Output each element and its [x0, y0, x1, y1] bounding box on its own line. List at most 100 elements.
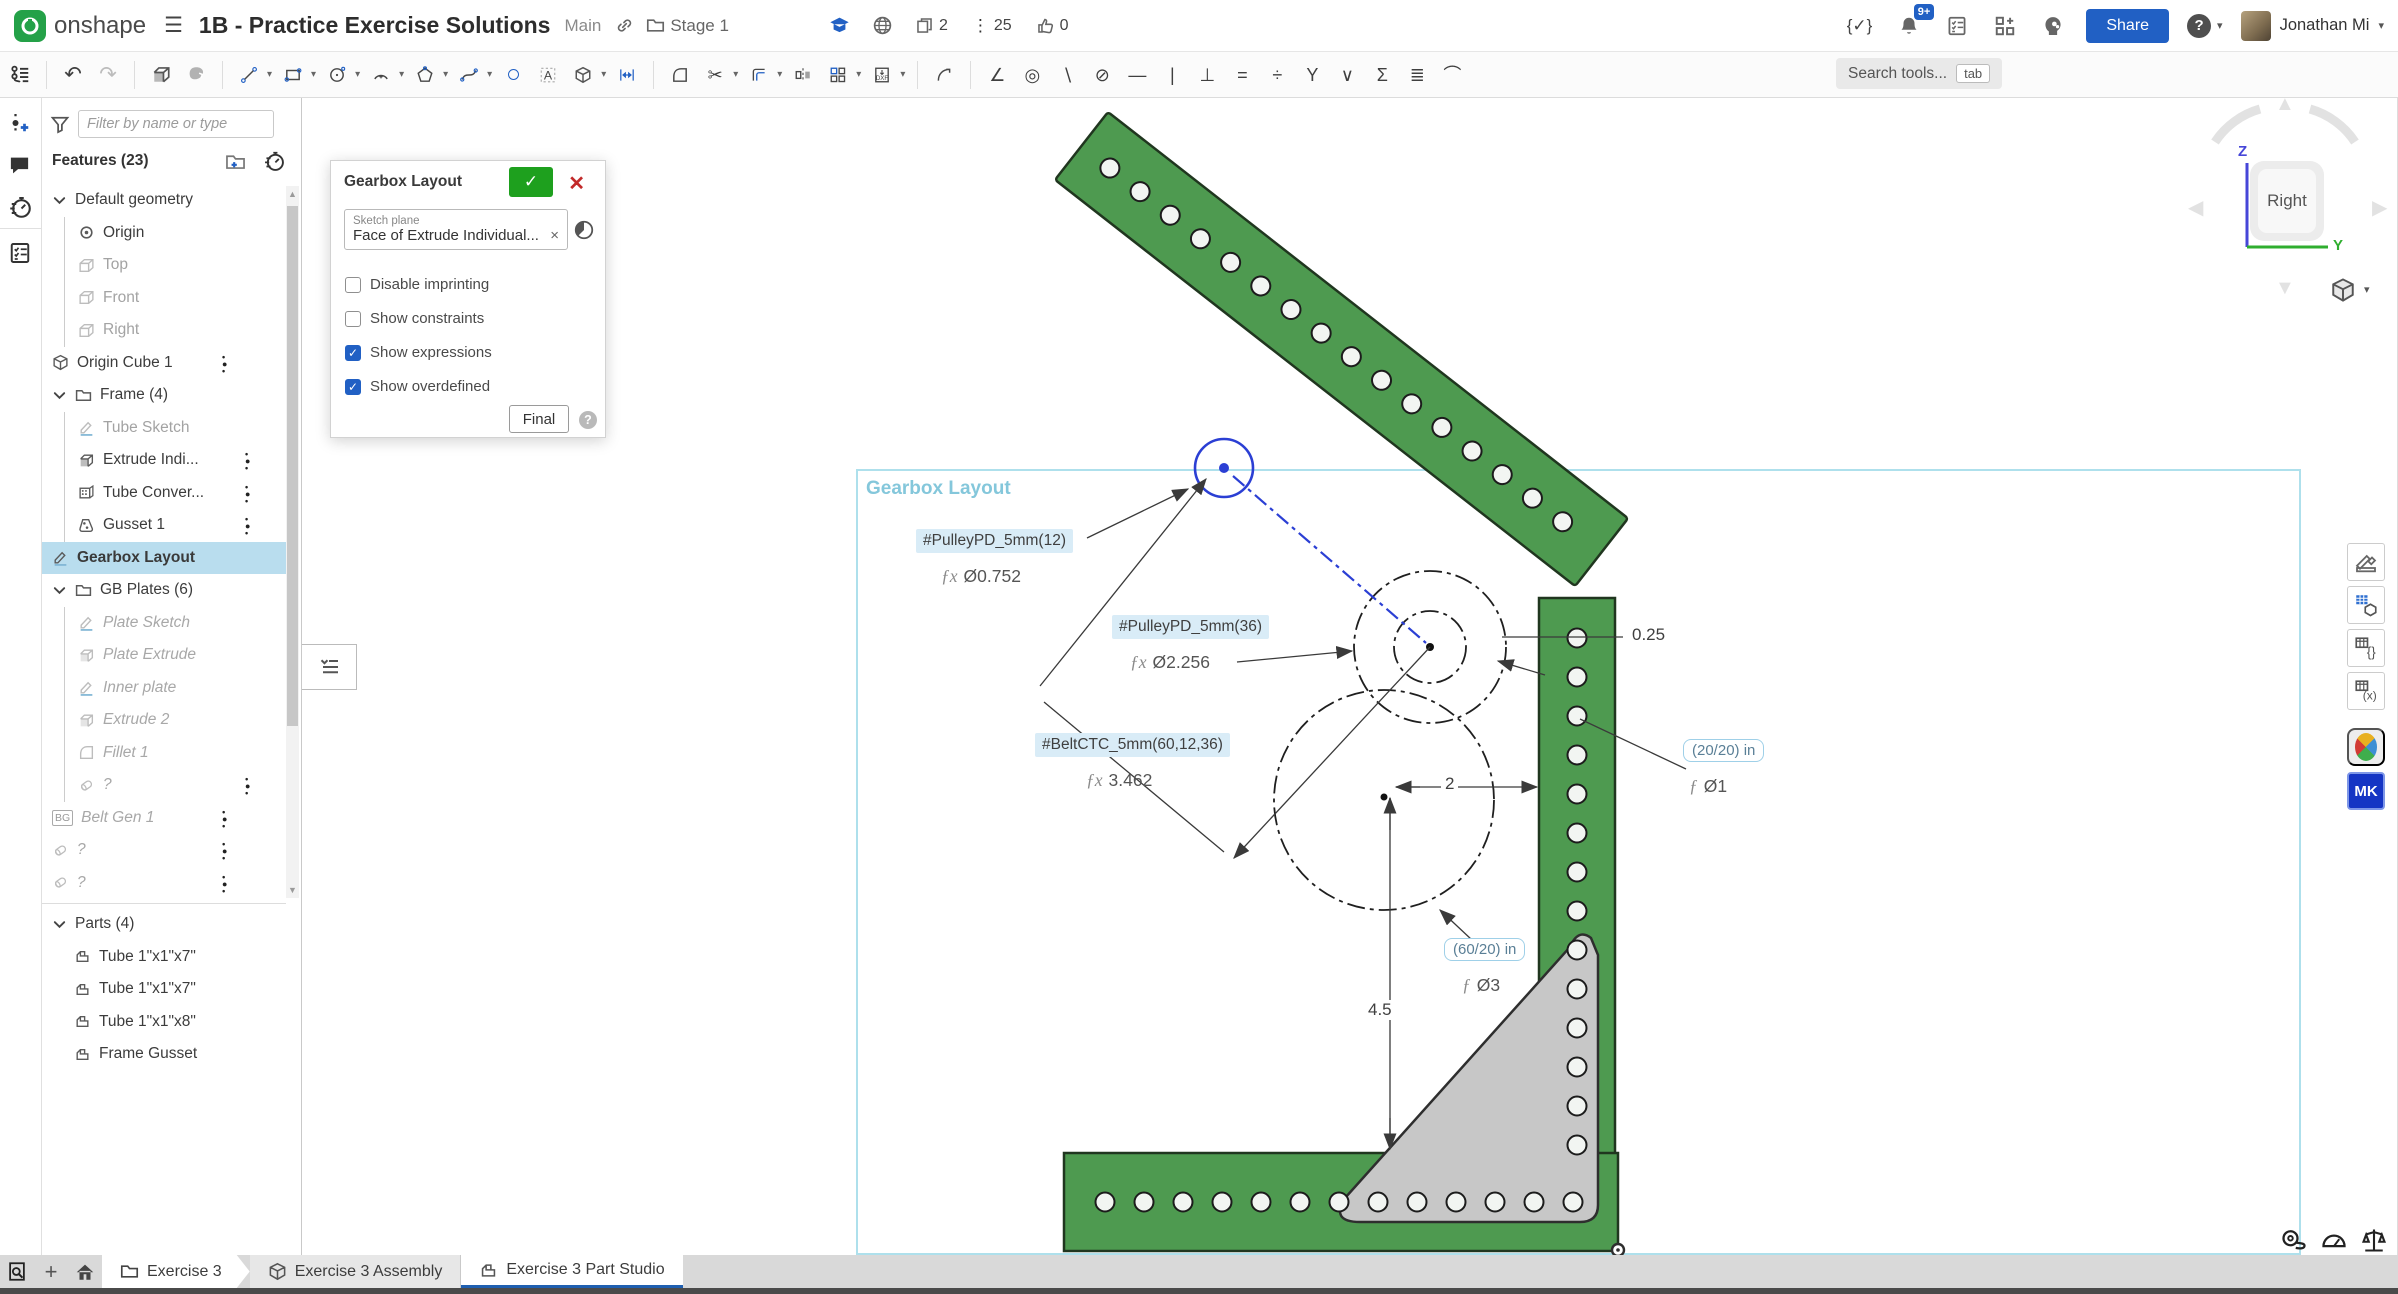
drag-handle-icon[interactable]: [245, 515, 250, 535]
workspace-name[interactable]: Main: [564, 16, 601, 36]
horizontal-constraint-icon[interactable]: —: [1123, 59, 1151, 91]
user-menu-caret-icon[interactable]: ▾: [2378, 19, 2384, 32]
symmetric-constraint-icon[interactable]: Σ: [1368, 59, 1396, 91]
rotate-cw-ccw-icons[interactable]: [2205, 97, 2365, 147]
drag-handle-icon[interactable]: [222, 873, 227, 893]
use-project-tool-icon[interactable]: [569, 59, 597, 91]
feature-item-plate-extrude[interactable]: Plate Extrude: [65, 639, 286, 672]
scroll-up-icon[interactable]: ▲: [287, 189, 298, 199]
feature-item-origin[interactable]: Origin: [65, 217, 286, 250]
checkbox-show-expressions[interactable]: ✓Show expressions: [345, 344, 492, 361]
pulley36-expression-label[interactable]: #PulleyPD_5mm(36): [1112, 615, 1269, 639]
onshape-logo-icon[interactable]: [14, 10, 46, 42]
pierce-constraint-icon[interactable]: ∨: [1333, 59, 1361, 91]
feature-item-inner-plate[interactable]: Inner plate: [65, 672, 286, 705]
learning-center-button[interactable]: [2038, 11, 2068, 41]
checkbox-show-constraints[interactable]: Show constraints: [345, 310, 484, 327]
feature-item-gusset-1[interactable]: Gusset 1: [65, 509, 286, 542]
app-mk-icon[interactable]: MK: [2347, 772, 2385, 810]
fix-constraint-icon[interactable]: ≣: [1403, 59, 1431, 91]
feature-item-origin-cube[interactable]: Origin Cube 1: [42, 347, 286, 380]
dimension-4-5[interactable]: 4.5: [1364, 1000, 1396, 1020]
final-button[interactable]: Final: [509, 405, 569, 433]
dialog-cancel-button[interactable]: ✕: [562, 170, 591, 197]
pattern-tool-caret-icon[interactable]: ▾: [856, 69, 861, 80]
offset-tool-caret-icon[interactable]: ▾: [777, 69, 782, 80]
arc-tool-icon[interactable]: [367, 59, 395, 91]
use-project-caret-icon[interactable]: ▾: [601, 69, 606, 80]
dimension-0-25[interactable]: 0.25: [1628, 625, 1669, 645]
angled-green-bar[interactable]: [1055, 112, 1628, 586]
feature-item-unknown[interactable]: ?: [42, 867, 286, 900]
ratio-20-20-box[interactable]: (20/20) in: [1683, 739, 1764, 762]
app-store-button[interactable]: [1990, 11, 2020, 41]
expand-caret-icon[interactable]: [52, 583, 67, 598]
feature-item-gearbox-layout[interactable]: Gearbox Layout: [42, 542, 286, 575]
scroll-down-icon[interactable]: ▼: [287, 885, 298, 895]
trim-tool-icon[interactable]: ✂: [701, 59, 729, 91]
feature-item-front-plane[interactable]: Front: [65, 282, 286, 315]
version-link-icon[interactable]: [615, 16, 634, 35]
checklist-icon[interactable]: [8, 240, 34, 266]
variables-panel-icon[interactable]: [2347, 629, 2385, 667]
undo-button[interactable]: ↶: [59, 59, 87, 91]
feature-item-belt-gen-1[interactable]: BGBelt Gen 1: [42, 802, 286, 835]
user-name[interactable]: Jonathan Mi: [2280, 16, 2370, 35]
redo-button[interactable]: ↷: [94, 59, 122, 91]
ratio-20-20-value[interactable]: ƒØ1: [1689, 776, 1727, 797]
dimension-2[interactable]: 2: [1441, 774, 1458, 794]
part-item-tube-8[interactable]: Tube 1"x1"x8": [64, 1006, 286, 1039]
view-mode-caret-icon[interactable]: ▾: [2364, 283, 2370, 296]
version-name[interactable]: Stage 1: [670, 16, 729, 36]
belt-ctc-dimension[interactable]: ƒx3.462: [1086, 770, 1152, 791]
feature-item-extrude-individual[interactable]: Extrude Indi...: [65, 444, 286, 477]
appearance-panel-icon[interactable]: [2347, 543, 2385, 581]
checkbox-disable-imprinting[interactable]: Disable imprinting: [345, 276, 489, 293]
belt-ctc-expression-label[interactable]: #BeltCTC_5mm(60,12,36): [1035, 733, 1230, 757]
drag-handle-icon[interactable]: [245, 483, 250, 503]
tape-measure-icon[interactable]: [2280, 1226, 2308, 1254]
spline-tool-caret-icon[interactable]: ▾: [487, 69, 492, 80]
drag-handle-icon[interactable]: [222, 840, 227, 860]
mirror-tool-icon[interactable]: [789, 59, 817, 91]
normal-constraint-icon[interactable]: Y: [1298, 59, 1326, 91]
user-avatar[interactable]: [2241, 11, 2271, 41]
feature-item-default-geometry[interactable]: Default geometry: [42, 184, 286, 217]
checkbox-icon[interactable]: [345, 277, 361, 293]
polygon-tool-caret-icon[interactable]: ▾: [443, 69, 448, 80]
spline-tool-icon[interactable]: [455, 59, 483, 91]
notifications-button[interactable]: 9+: [1894, 11, 1924, 41]
drag-handle-icon[interactable]: [245, 775, 250, 795]
arc-tool-caret-icon[interactable]: ▾: [399, 69, 404, 80]
parts-section-header[interactable]: Parts (4): [42, 908, 286, 941]
concentric-constraint-icon[interactable]: ◎: [1018, 59, 1046, 91]
feature-item-extrude-2[interactable]: Extrude 2: [65, 704, 286, 737]
rectangle-tool-icon[interactable]: [279, 59, 307, 91]
filter-input[interactable]: [78, 110, 274, 138]
versions-button[interactable]: ⋮25: [968, 12, 1018, 40]
vertical-constraint-icon[interactable]: |: [1158, 59, 1186, 91]
sheet-metal-bend-icon[interactable]: [930, 59, 958, 91]
circle-tool-caret-icon[interactable]: ▾: [355, 69, 360, 80]
feature-item-top-plane[interactable]: Top: [65, 249, 286, 282]
checkbox-show-overdefined[interactable]: ✓Show overdefined: [345, 378, 490, 395]
configurations-panel-icon[interactable]: [2347, 672, 2385, 710]
checkbox-checked-icon[interactable]: ✓: [345, 379, 361, 395]
selected-center-point[interactable]: [1219, 463, 1229, 473]
feature-item-plate-sketch[interactable]: Plate Sketch: [65, 607, 286, 640]
drag-handle-icon[interactable]: [222, 353, 227, 373]
tab-exercise-3-part-studio[interactable]: Exercise 3 Part Studio: [461, 1255, 682, 1288]
share-button[interactable]: Share: [2086, 9, 2169, 43]
extrude-tool-icon[interactable]: [147, 59, 175, 91]
comments-icon[interactable]: [8, 152, 34, 178]
pulley12-expression-label[interactable]: #PulleyPD_5mm(12): [916, 529, 1073, 553]
sketch-plane-field[interactable]: Sketch plane Face of Extrude Individual.…: [344, 209, 568, 250]
equal-constraint-icon[interactable]: =: [1228, 59, 1256, 91]
gear-center-point[interactable]: [1381, 794, 1388, 801]
coincident-constraint-icon[interactable]: ∠: [983, 59, 1011, 91]
dxf-import-caret-icon[interactable]: ▾: [900, 69, 905, 80]
rollback-clock-icon[interactable]: [263, 150, 285, 172]
dialog-accept-button[interactable]: ✓: [509, 167, 553, 197]
feature-item-frame-folder[interactable]: Frame (4): [42, 379, 286, 412]
feature-item-tube-converter[interactable]: Tube Conver...: [65, 477, 286, 510]
